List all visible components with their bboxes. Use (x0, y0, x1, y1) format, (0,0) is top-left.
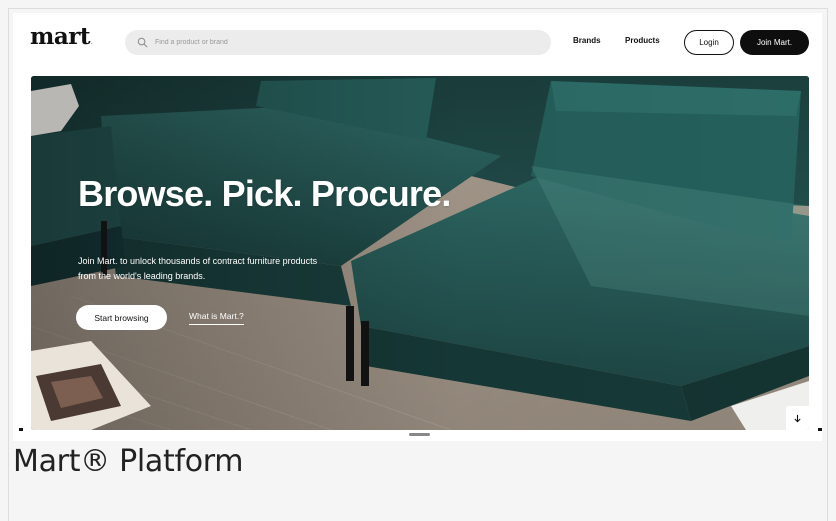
hero-banner: Browse. Pick. Procure. Join Mart. to unl… (31, 76, 809, 430)
what-is-mart-link[interactable]: What is Mart.? (189, 311, 244, 325)
scroll-down-button[interactable] (786, 406, 809, 430)
join-button[interactable]: Join Mart. (740, 30, 809, 55)
start-browsing-button[interactable]: Start browsing (76, 305, 167, 330)
arrow-down-icon (794, 414, 801, 422)
hero-sofa-image (31, 76, 809, 430)
website-preview: mart. Brands Products Login Join Mart. (13, 13, 822, 441)
nav-products-link[interactable]: Products (625, 36, 660, 45)
preview-corner-right (818, 428, 822, 431)
preview-corner-left (19, 428, 23, 431)
search-icon (137, 37, 148, 48)
login-button[interactable]: Login (684, 30, 734, 55)
logo-mark: . (90, 40, 93, 46)
nav-brands-link[interactable]: Brands (573, 36, 601, 45)
search-bar[interactable] (125, 30, 551, 55)
mart-logo[interactable]: mart. (30, 23, 93, 50)
logo-text: mart (30, 23, 90, 50)
platform-caption: Mart® Platform (13, 444, 244, 479)
search-input[interactable] (153, 38, 551, 47)
hero-subtitle: Join Mart. to unlock thousands of contra… (78, 256, 318, 281)
preview-scroll-handle[interactable] (409, 433, 430, 436)
hero-title: Browse. Pick. Procure. (78, 173, 451, 214)
